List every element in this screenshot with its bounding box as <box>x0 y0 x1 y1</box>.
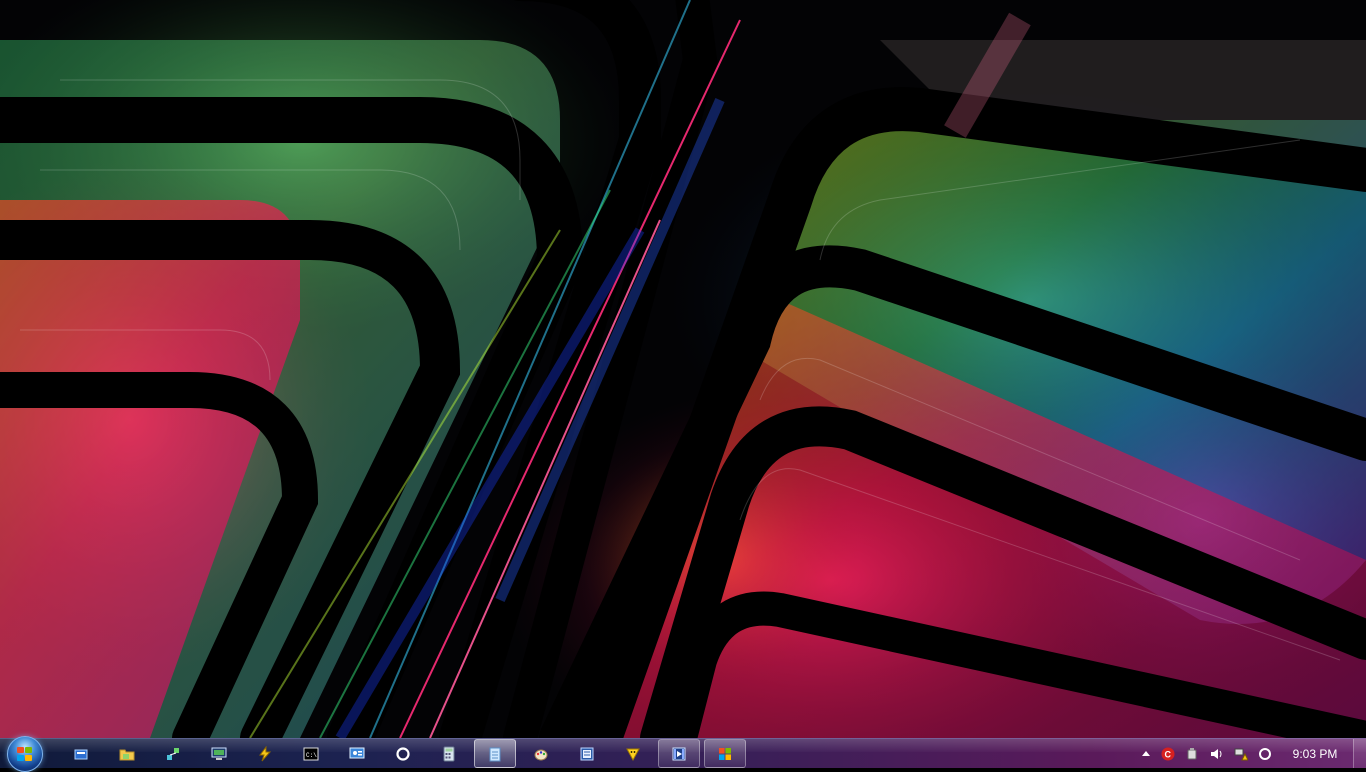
start-button[interactable] <box>7 736 43 772</box>
taskbar-item-lightning-tool[interactable] <box>244 739 286 768</box>
taskbar-item-calculator[interactable] <box>428 739 470 768</box>
taskbar: C:\ C 9:03 PM <box>0 736 1366 772</box>
remote-desktop-icon <box>211 747 227 760</box>
volume-icon[interactable] <box>1210 747 1224 761</box>
network-warning-icon[interactable] <box>1234 747 1248 761</box>
taskbar-item-document-editor[interactable] <box>566 739 608 768</box>
taskbar-item-notepad[interactable] <box>474 739 516 768</box>
calculator-icon <box>443 746 455 761</box>
smiley-app-icon <box>626 748 640 761</box>
svg-text:C: C <box>1165 750 1172 760</box>
taskbar-item-windows-logo-app[interactable] <box>704 739 746 768</box>
desktop-wallpaper <box>0 0 1366 738</box>
usb-device-icon[interactable] <box>1185 747 1199 761</box>
show-hidden-icons-arrow[interactable] <box>1139 747 1153 761</box>
windows-logo-app-icon <box>719 747 731 760</box>
taskbar-item-network-settings[interactable] <box>152 739 194 768</box>
file-explorer-icon <box>74 749 88 759</box>
taskbar-item-smiley-app[interactable] <box>612 739 654 768</box>
taskbar-item-command-prompt[interactable]: C:\ <box>290 739 332 768</box>
control-panel-icon <box>349 747 365 758</box>
windows-orb-icon <box>17 747 33 762</box>
taskbar-item-media-player[interactable] <box>658 739 700 768</box>
taskbar-item-paint[interactable] <box>520 739 562 768</box>
taskbar-item-control-panel[interactable] <box>336 739 378 768</box>
svg-text:C:\: C:\ <box>306 752 317 759</box>
lightning-tool-icon <box>259 745 272 761</box>
clock[interactable]: 9:03 PM <box>1284 747 1346 761</box>
paint-icon <box>534 749 548 760</box>
media-player-icon <box>672 747 686 760</box>
document-editor-icon <box>580 747 594 760</box>
taskbar-item-circle-app[interactable] <box>382 739 424 768</box>
taskbar-item-folder[interactable] <box>106 739 148 768</box>
folder-icon <box>119 749 135 760</box>
taskbar-item-remote-desktop[interactable] <box>198 739 240 768</box>
sync-circle-icon[interactable] <box>1258 747 1272 761</box>
circle-app-icon <box>396 746 410 761</box>
command-prompt-icon: C:\ <box>303 747 319 760</box>
network-settings-icon <box>167 747 179 760</box>
c-security-icon[interactable]: C <box>1161 747 1175 761</box>
show-desktop-button[interactable] <box>1353 739 1366 768</box>
notepad-icon <box>489 747 501 761</box>
taskbar-item-file-explorer[interactable] <box>60 739 102 768</box>
wallpaper-art <box>0 0 1366 738</box>
